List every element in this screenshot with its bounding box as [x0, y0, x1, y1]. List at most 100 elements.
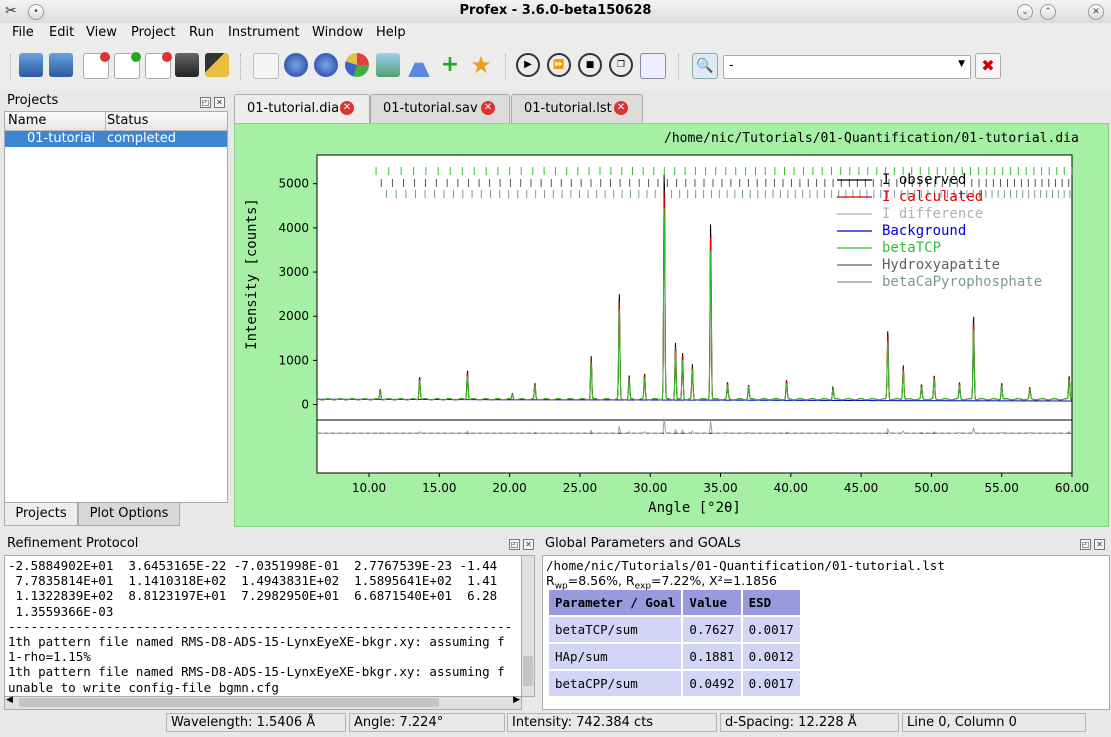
status-intensity: Intensity: 742.384 cts — [507, 713, 717, 732]
refinement-log[interactable]: -2.5884902E+01 3.6453165E-22 -7.0351998E… — [4, 555, 522, 697]
menu-view[interactable]: View — [86, 25, 117, 40]
print-icon[interactable] — [253, 53, 279, 79]
open-file-icon[interactable] — [19, 53, 43, 77]
delete-export-icon[interactable] — [314, 53, 338, 77]
search-combo[interactable]: - ▼ — [723, 55, 971, 79]
param-cell: HAp/sum — [549, 644, 682, 669]
vertical-scrollbar[interactable] — [521, 555, 535, 697]
close-window-button[interactable]: ✕ — [1088, 4, 1104, 20]
remove-from-project-icon[interactable] — [145, 52, 172, 79]
legend-label: I observed — [882, 172, 966, 188]
chevron-down-icon: ▼ — [958, 59, 965, 69]
param-cell: betaTCP/sum — [549, 617, 682, 642]
value-cell: 0.7627 — [683, 617, 741, 642]
legend-label: I calculated — [882, 189, 983, 205]
close-file-icon[interactable] — [83, 52, 110, 79]
menu-window[interactable]: Window — [312, 25, 363, 40]
x-tick-label: 30.00 — [633, 481, 667, 495]
project-name: 01-tutorial — [27, 131, 96, 146]
rexp-value: 7.22% — [661, 573, 702, 588]
run-icon[interactable]: ▶ — [516, 53, 540, 77]
float-dock-icon[interactable]: ◰ — [1080, 539, 1091, 550]
x-tick-label: 60.00 — [1055, 481, 1089, 495]
close-tab-icon[interactable]: ✕ — [481, 101, 495, 115]
save-icon[interactable] — [175, 53, 199, 77]
chi2-value: 1.1856 — [733, 573, 777, 588]
y-tick-label: 5000 — [278, 177, 309, 191]
close-tab-icon[interactable]: ✕ — [340, 101, 354, 115]
esd-cell: 0.0017 — [742, 617, 800, 642]
tab-plot-options[interactable]: Plot Options — [78, 503, 180, 526]
legend-label: betaTCP — [882, 240, 941, 256]
close-dock-icon[interactable]: ✕ — [214, 97, 225, 108]
x-tick-label: 50.00 — [914, 481, 948, 495]
x-tick-label: 45.00 — [844, 481, 878, 495]
column-status[interactable]: Status — [107, 113, 148, 128]
projects-header: Name Status — [5, 112, 227, 131]
close-dock-icon[interactable]: ✕ — [523, 539, 534, 550]
menu-run[interactable]: Run — [189, 25, 214, 40]
refinement-dock-title: Refinement Protocol — [7, 536, 139, 551]
x-axis-label: Angle [°2θ] — [648, 500, 741, 516]
lst-file-path: /home/nic/Tutorials/01-Quantification/01… — [546, 558, 945, 573]
clear-search-icon[interactable]: ✖ — [975, 53, 1001, 79]
tab-lst[interactable]: 01-tutorial.lst ✕ — [511, 94, 643, 123]
x-tick-label: 35.00 — [703, 481, 737, 495]
status-cursor: Line 0, Column 0 — [902, 713, 1086, 732]
menu-project[interactable]: Project — [131, 25, 175, 40]
title-bar: ✂ • Profex - 3.6.0-beta150628 ⌄ ⌃ ✕ — [0, 0, 1111, 24]
close-dock-icon[interactable]: ✕ — [1094, 539, 1105, 550]
add-phase-icon[interactable]: + — [438, 53, 462, 77]
edit-tool-icon[interactable] — [205, 53, 229, 77]
convert-icon[interactable] — [376, 53, 400, 77]
scroll-left-icon[interactable]: ◀ — [6, 695, 13, 705]
esd-cell: 0.0012 — [742, 644, 800, 669]
stop-icon[interactable]: ■ — [578, 53, 602, 77]
float-dock-icon[interactable]: ◰ — [509, 539, 520, 550]
status-wavelength: Wavelength: 1.5406 Å — [166, 713, 346, 732]
search-icon[interactable]: 🔍 — [692, 53, 718, 79]
minimize-button[interactable]: ⌄ — [1017, 4, 1033, 20]
status-bar: Wavelength: 1.5406 Å Angle: 7.224° Inten… — [0, 710, 1111, 737]
column-name[interactable]: Name — [8, 113, 46, 128]
project-row[interactable]: 01-tutorial completed — [5, 131, 227, 147]
value-cell: 0.0492 — [683, 671, 741, 696]
export-icon[interactable] — [284, 53, 308, 77]
menu-edit[interactable]: Edit — [49, 25, 74, 40]
diffraction-plot[interactable]: 0 1000 2000 3000 4000 5000 10.00 15.00 20.00 25.0… — [234, 123, 1107, 525]
maximize-button[interactable]: ⌃ — [1040, 4, 1056, 20]
legend-label: Hydroxyapatite — [882, 257, 1000, 273]
y-tick-label: 3000 — [278, 265, 309, 279]
tab-projects[interactable]: Projects — [4, 503, 78, 526]
add-to-project-icon[interactable] — [114, 52, 141, 79]
y-tick-label: 1000 — [278, 353, 309, 367]
x-tick-label: 10.00 — [352, 481, 386, 495]
menu-help[interactable]: Help — [376, 25, 406, 40]
column-value: Value — [683, 590, 741, 615]
batch-icon[interactable] — [640, 53, 666, 79]
menu-instrument[interactable]: Instrument — [228, 25, 300, 40]
toolbar-separator — [10, 54, 13, 80]
legend-label: betaCaPyrophosphate — [882, 274, 1042, 290]
open-project-icon[interactable] — [49, 53, 73, 77]
horizontal-scrollbar[interactable]: ◀ ▶ — [4, 695, 522, 710]
tab-dia[interactable]: 01-tutorial.dia ✕ — [234, 94, 370, 123]
global-parameters-panel: /home/nic/Tutorials/01-Quantification/01… — [542, 555, 1110, 710]
tab-sav[interactable]: 01-tutorial.sav ✕ — [370, 94, 510, 123]
stop-all-icon[interactable]: ❐ — [609, 53, 633, 77]
run-all-icon[interactable]: ⏩ — [547, 53, 571, 77]
toolbar-separator — [505, 54, 508, 80]
status-dspacing: d-Spacing: 12.228 Å — [720, 713, 899, 732]
x-tick-label: 15.00 — [422, 481, 456, 495]
float-dock-icon[interactable]: ◰ — [200, 97, 211, 108]
refinement-text: -2.5884902E+01 3.6453165E-22 -7.0351998E… — [8, 558, 513, 695]
flask-icon[interactable] — [408, 53, 430, 77]
menu-file[interactable]: File — [12, 25, 34, 40]
y-tick-label: 2000 — [278, 309, 309, 323]
projects-tree[interactable]: Name Status 01-tutorial completed — [4, 111, 228, 503]
pie-chart-icon[interactable] — [345, 53, 369, 77]
star-icon[interactable]: ★ — [469, 53, 493, 77]
esd-cell: 0.0017 — [742, 671, 800, 696]
scroll-right-icon[interactable]: ▶ — [513, 695, 520, 705]
close-tab-icon[interactable]: ✕ — [614, 101, 628, 115]
